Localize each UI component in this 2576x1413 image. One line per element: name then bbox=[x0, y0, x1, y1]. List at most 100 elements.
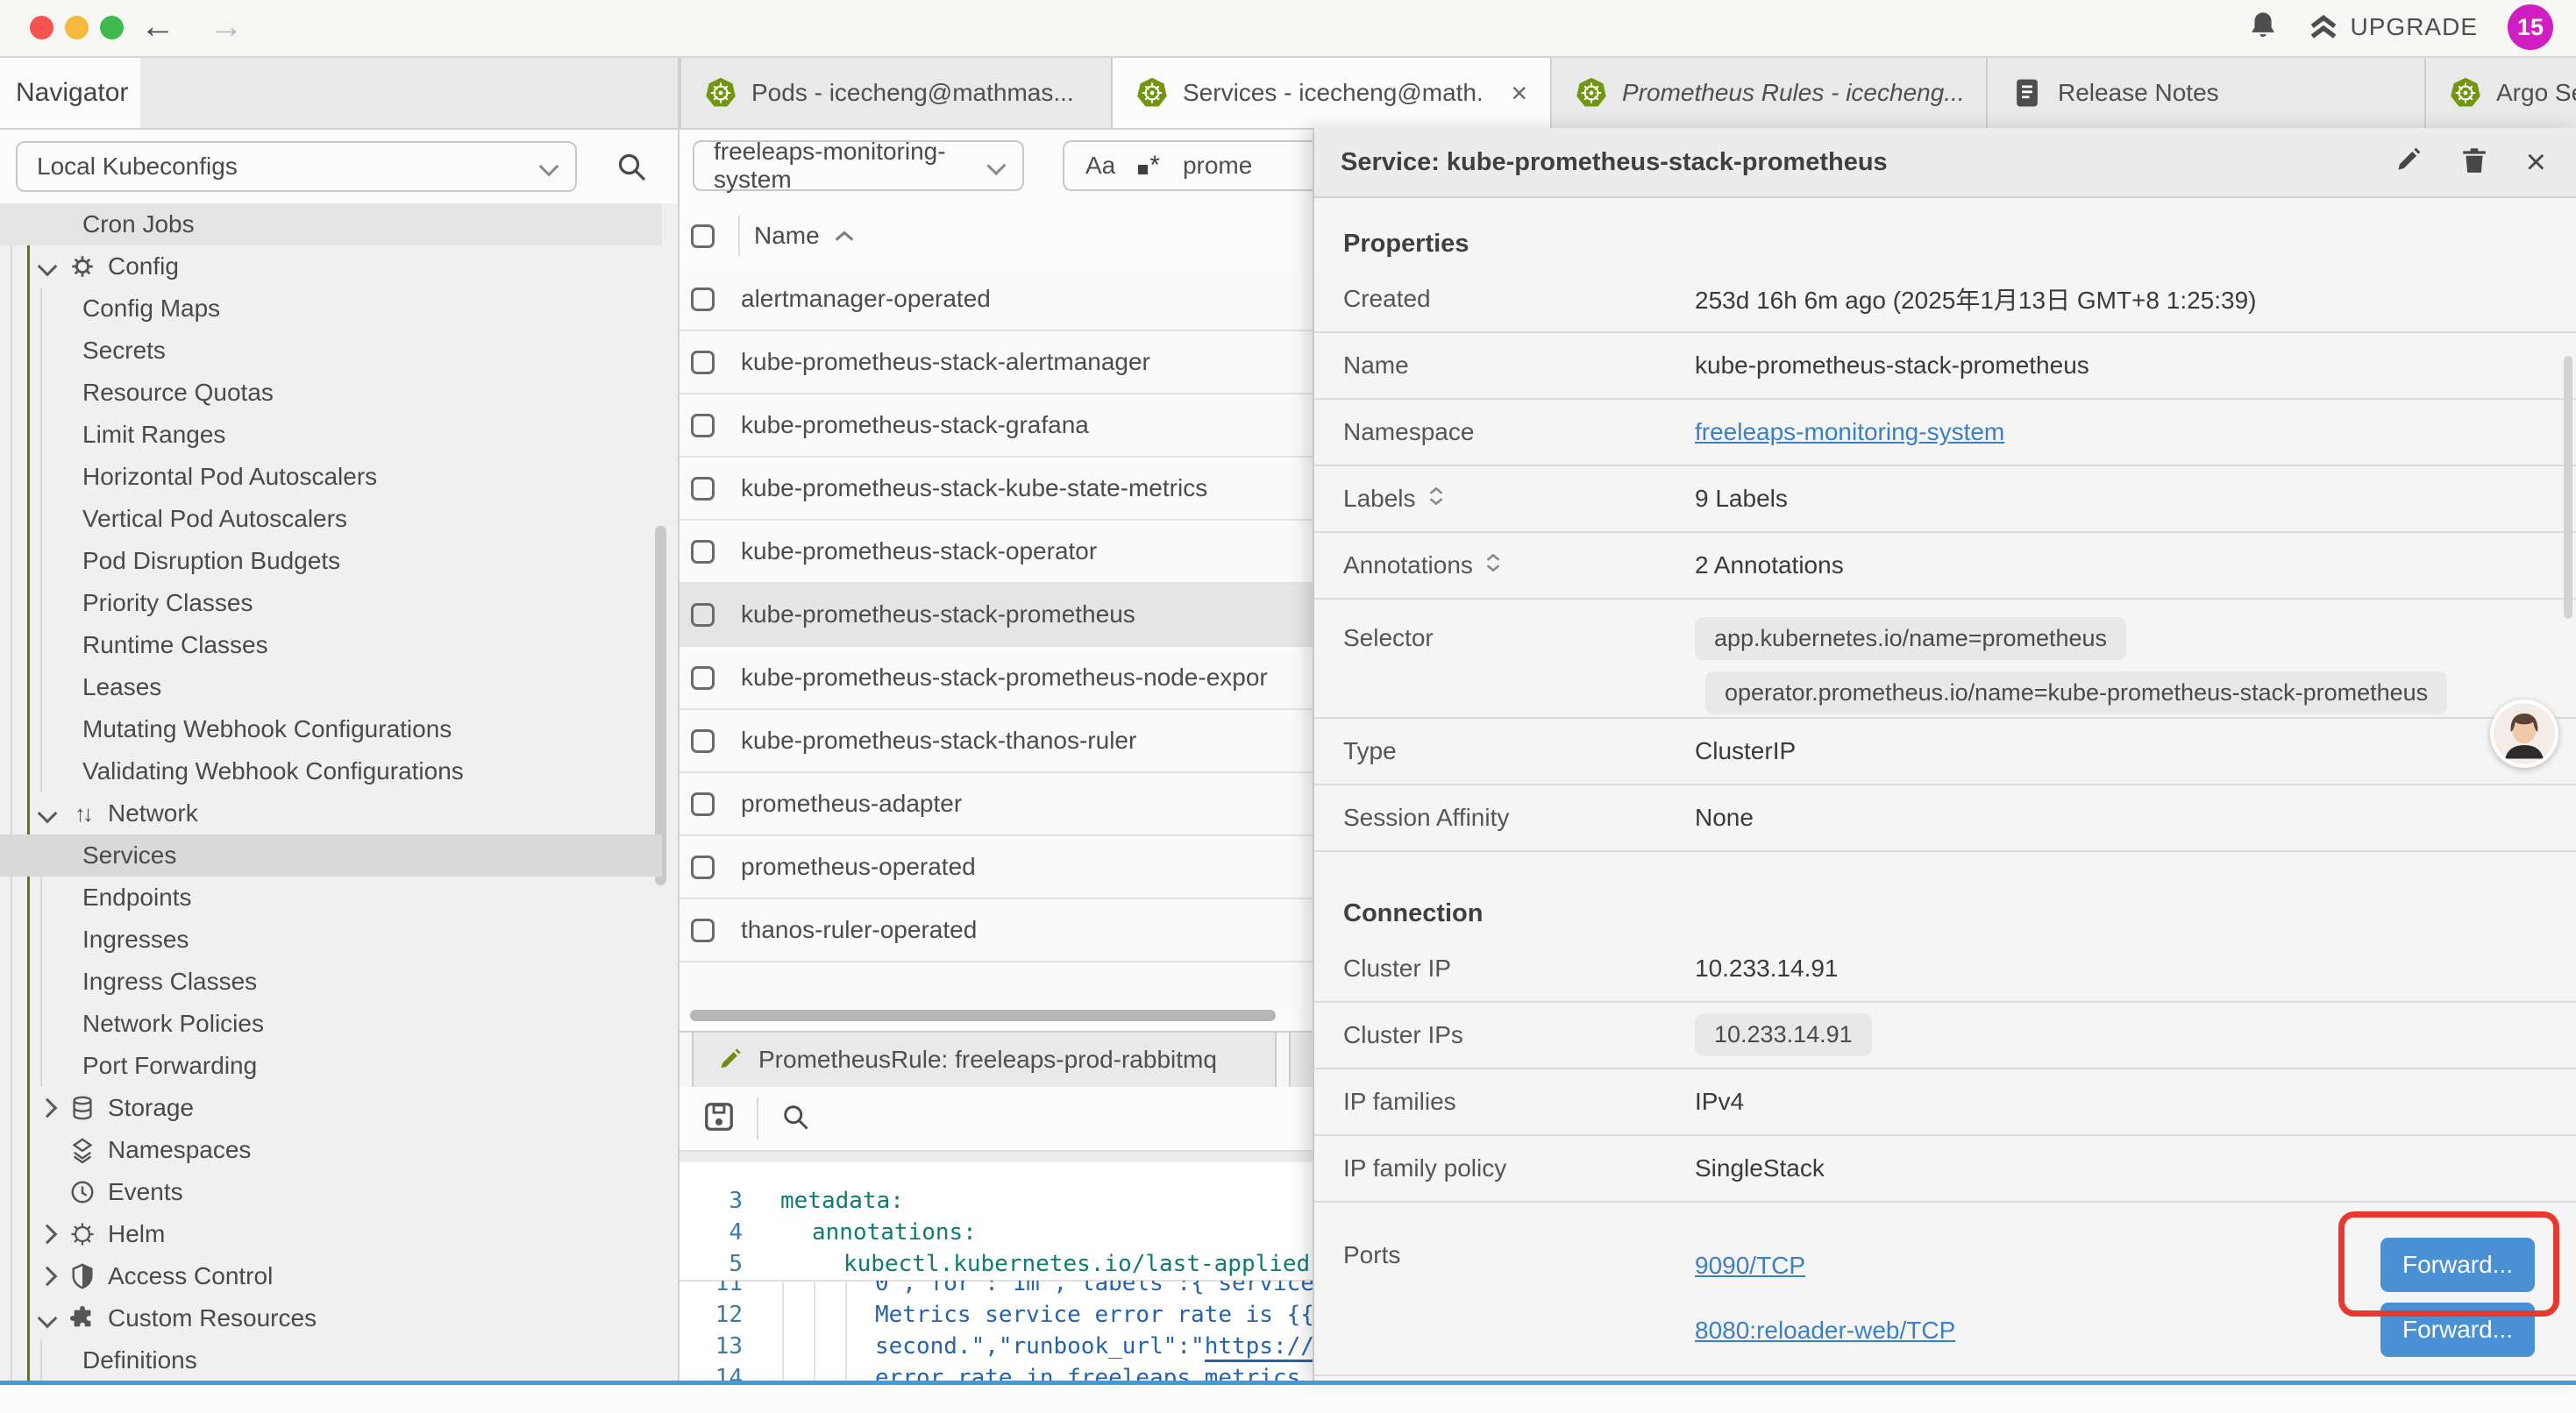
sidebar-item-pod-disruption-budgets[interactable]: Pod Disruption Budgets bbox=[0, 540, 662, 582]
expand-collapse-icon[interactable] bbox=[1427, 485, 1446, 514]
table-row[interactable]: kube-prometheus-stack-grafana bbox=[680, 394, 1315, 458]
row-ip-families: IP families IPv4 bbox=[1314, 1069, 2576, 1136]
port-link-8080[interactable]: 8080:reloader-web/TCP bbox=[1695, 1317, 1955, 1345]
sidebar-item-limit-ranges[interactable]: Limit Ranges bbox=[0, 414, 662, 456]
tab-release[interactable]: Release Notes bbox=[1988, 58, 2426, 128]
sidebar-item-network-policies[interactable]: Network Policies bbox=[0, 1003, 662, 1045]
chevron-down-icon[interactable] bbox=[39, 259, 56, 273]
notifications-bell-icon[interactable] bbox=[2247, 10, 2279, 46]
window-close-button[interactable] bbox=[30, 16, 53, 39]
row-checkbox[interactable] bbox=[691, 729, 715, 753]
table-row[interactable]: prometheus-adapter bbox=[680, 773, 1315, 836]
kubeconfig-select[interactable]: Local Kubeconfigs bbox=[16, 141, 577, 192]
sidebar-item-port-forwarding[interactable]: Port Forwarding bbox=[0, 1045, 662, 1087]
row-checkbox[interactable] bbox=[691, 351, 715, 374]
sidebar-item-access-control[interactable]: Access Control bbox=[0, 1255, 662, 1297]
sidebar-item-namespaces[interactable]: Namespaces bbox=[0, 1129, 662, 1171]
table-row[interactable]: kube-prometheus-stack-thanos-ruler bbox=[680, 710, 1315, 773]
chevron-down-icon[interactable] bbox=[39, 806, 56, 820]
row-checkbox[interactable] bbox=[691, 540, 715, 564]
detail-scrollbar[interactable] bbox=[2564, 356, 2572, 619]
tab-services[interactable]: Services - icecheng@math...× bbox=[1113, 58, 1552, 128]
sidebar-item-config-maps[interactable]: Config Maps bbox=[0, 288, 662, 330]
navigator-search-button[interactable] bbox=[614, 149, 649, 188]
sidebar-item-custom-resources[interactable]: Custom Resources bbox=[0, 1297, 662, 1339]
expand-collapse-icon[interactable] bbox=[1484, 551, 1503, 580]
row-checkbox[interactable] bbox=[691, 792, 715, 816]
match-case-toggle[interactable]: Aa bbox=[1085, 152, 1115, 180]
avatar[interactable] bbox=[2490, 699, 2558, 768]
runbook-url-link[interactable]: https://net bbox=[1205, 1333, 1315, 1362]
table-row[interactable]: kube-prometheus-stack-kube-state-metrics bbox=[680, 458, 1315, 521]
sidebar-item-priority-classes[interactable]: Priority Classes bbox=[0, 582, 662, 624]
row-checkbox[interactable] bbox=[691, 414, 715, 437]
tab-pods[interactable]: Pods - icecheng@mathmas... bbox=[680, 58, 1113, 128]
window-zoom-button[interactable] bbox=[100, 16, 124, 39]
forward-button[interactable]: → bbox=[209, 7, 244, 46]
sidebar-item-endpoints[interactable]: Endpoints bbox=[0, 877, 662, 919]
row-checkbox[interactable] bbox=[691, 477, 715, 501]
horizontal-scrollbar[interactable] bbox=[690, 1010, 1276, 1021]
table-row[interactable]: kube-prometheus-stack-alertmanager bbox=[680, 331, 1315, 394]
sidebar-item-runtime-classes[interactable]: Runtime Classes bbox=[0, 624, 662, 666]
row-checkbox[interactable] bbox=[691, 856, 715, 879]
editor-search-button[interactable] bbox=[779, 1101, 811, 1137]
select-all-checkbox[interactable] bbox=[691, 224, 715, 248]
code-text: error rate in freeleaps metrics ser bbox=[875, 1362, 1315, 1381]
yaml-editor[interactable]: 3metadata:4annotations:5kubectl.kubernet… bbox=[680, 1162, 1315, 1381]
sidebar-item-network[interactable]: ↑↓Network bbox=[0, 792, 662, 834]
sidebar-item-ingresses[interactable]: Ingresses bbox=[0, 919, 662, 961]
row-checkbox[interactable] bbox=[691, 666, 715, 690]
service-name: kube-prometheus-stack-thanos-ruler bbox=[741, 727, 1136, 755]
sidebar-item-events[interactable]: Events bbox=[0, 1171, 662, 1213]
chevron-right-icon[interactable] bbox=[39, 1227, 56, 1241]
regex-toggle-icon[interactable]: * bbox=[1138, 157, 1160, 174]
chevron-down-icon[interactable] bbox=[39, 1311, 56, 1325]
namespace-select[interactable]: freeleaps-monitoring-system bbox=[693, 140, 1024, 191]
sidebar-item-services[interactable]: Services bbox=[0, 834, 662, 877]
row-namespace: Namespace freeleaps-monitoring-system bbox=[1314, 400, 2576, 466]
port-link-9090[interactable]: 9090/TCP bbox=[1695, 1252, 1805, 1280]
sidebar-item-config[interactable]: Config bbox=[0, 245, 662, 288]
sidebar-item-validating-webhook-configurations[interactable]: Validating Webhook Configurations bbox=[0, 750, 662, 792]
table-row[interactable]: thanos-ruler-operated bbox=[680, 899, 1315, 962]
sidebar-item-cron-jobs[interactable]: Cron Jobs bbox=[0, 203, 662, 245]
row-checkbox[interactable] bbox=[691, 288, 715, 311]
chevron-right-icon[interactable] bbox=[39, 1101, 56, 1115]
notification-badge[interactable]: 15 bbox=[2508, 4, 2553, 50]
sidebar-item-ingress-classes[interactable]: Ingress Classes bbox=[0, 961, 662, 1003]
sidebar-item-leases[interactable]: Leases bbox=[0, 666, 662, 708]
tab-prometheus[interactable]: Prometheus Rules - icecheng... bbox=[1552, 58, 1988, 128]
tab-argo[interactable]: Argo Se bbox=[2426, 58, 2576, 128]
kubernetes-icon bbox=[1135, 76, 1169, 110]
column-header-name[interactable]: Name bbox=[754, 203, 855, 268]
sidebar-item-mutating-webhook-configurations[interactable]: Mutating Webhook Configurations bbox=[0, 708, 662, 750]
table-row[interactable]: prometheus-operated bbox=[680, 836, 1315, 899]
row-checkbox[interactable] bbox=[691, 603, 715, 627]
dock-tab-partial[interactable] bbox=[1289, 1033, 1315, 1087]
upgrade-button[interactable]: UPGRADE bbox=[2309, 12, 2478, 42]
close-button[interactable]: × bbox=[2526, 147, 2546, 177]
back-button[interactable]: ← bbox=[140, 7, 175, 46]
trash-icon bbox=[2459, 146, 2489, 175]
delete-button[interactable] bbox=[2459, 146, 2489, 180]
dock-tab-prometheusrule[interactable]: PrometheusRule: freeleaps-prod-rabbitmq bbox=[692, 1033, 1277, 1087]
namespace-link[interactable]: freeleaps-monitoring-system bbox=[1695, 418, 2004, 446]
row-checkbox[interactable] bbox=[691, 919, 715, 942]
save-button[interactable] bbox=[702, 1100, 736, 1138]
sidebar-item-resource-quotas[interactable]: Resource Quotas bbox=[0, 372, 662, 414]
sidebar-item-horizontal-pod-autoscalers[interactable]: Horizontal Pod Autoscalers bbox=[0, 456, 662, 498]
sidebar-item-helm[interactable]: Helm bbox=[0, 1213, 662, 1255]
sidebar-item-definitions[interactable]: Definitions bbox=[0, 1339, 662, 1381]
table-row[interactable]: kube-prometheus-stack-operator bbox=[680, 521, 1315, 584]
tab-close-icon[interactable]: × bbox=[1511, 77, 1527, 110]
table-row[interactable]: kube-prometheus-stack-prometheus bbox=[680, 584, 1315, 647]
sidebar-item-secrets[interactable]: Secrets bbox=[0, 330, 662, 372]
table-row[interactable]: kube-prometheus-stack-prometheus-node-ex… bbox=[680, 647, 1315, 710]
window-minimize-button[interactable] bbox=[65, 16, 89, 39]
chevron-right-icon[interactable] bbox=[39, 1269, 56, 1283]
sidebar-item-vertical-pod-autoscalers[interactable]: Vertical Pod Autoscalers bbox=[0, 498, 662, 540]
edit-button[interactable] bbox=[2393, 146, 2423, 180]
table-row[interactable]: alertmanager-operated bbox=[680, 268, 1315, 331]
sidebar-item-storage[interactable]: Storage bbox=[0, 1087, 662, 1129]
